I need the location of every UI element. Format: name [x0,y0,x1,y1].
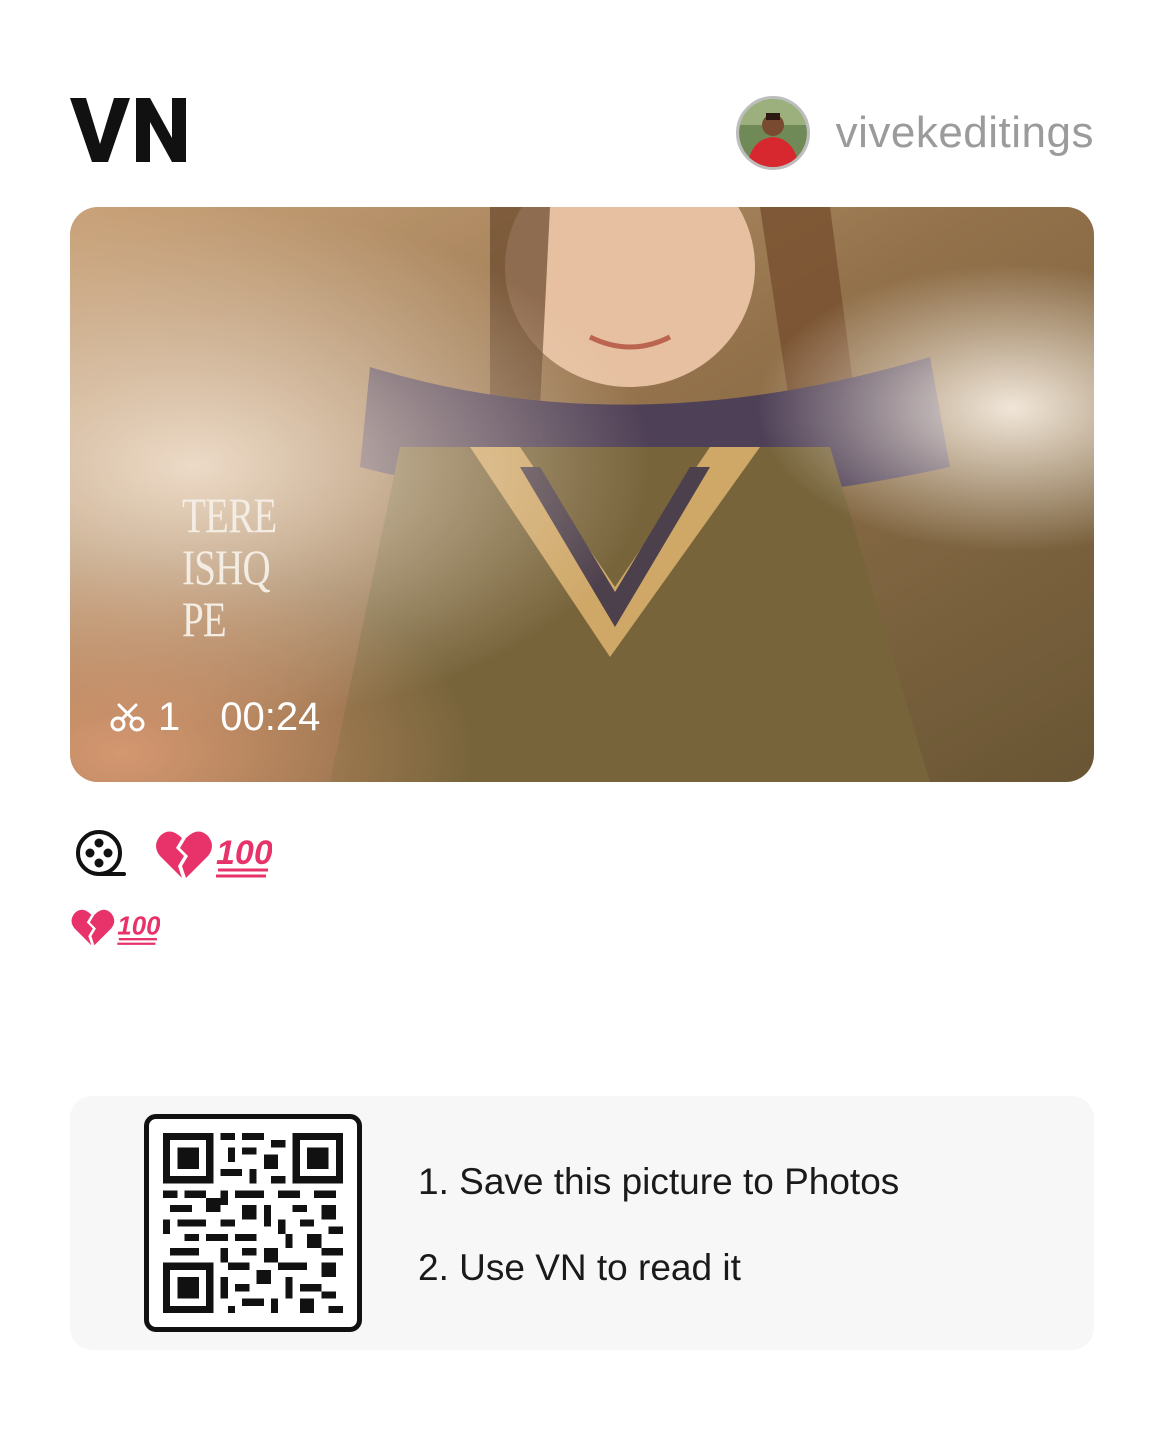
vn-logo [70,98,186,169]
video-duration: 00:24 [220,695,321,739]
video-meta: 1 00:24 [110,695,320,740]
avatar[interactable] [735,96,810,170]
video-overlay-title: TERE ISHQ PE [182,487,277,647]
svg-text:100: 100 [216,834,272,872]
overlay-line: ISHQ [182,539,271,595]
caption-emoji: 100 [154,826,272,882]
clip-count: 1 [158,695,181,739]
qr-code[interactable] [144,1114,362,1332]
username[interactable]: vivekeditings [836,108,1094,158]
overlay-line: PE [182,591,227,647]
author-profile[interactable]: vivekeditings [735,96,1094,170]
qr-card: 1. Save this picture to Photos 2. Use VN… [70,1096,1094,1350]
film-reel-icon [76,830,126,876]
scissors-icon [110,703,145,731]
svg-text:100: 100 [117,913,160,941]
instruction-step-2: 2. Use VN to read it [418,1247,741,1288]
caption-row: 100 [74,824,272,884]
video-thumbnail[interactable]: TERE ISHQ PE 1 00:24 [70,207,1094,782]
qr-code-icon [163,1133,343,1313]
header: vivekeditings [70,96,1094,176]
instruction-step-1: 1. Save this picture to Photos [418,1161,900,1202]
description-emoji: 100 [70,905,160,949]
overlay-line: TERE [182,487,277,543]
qr-instructions: 1. Save this picture to Photos 2. Use VN… [418,1160,899,1290]
